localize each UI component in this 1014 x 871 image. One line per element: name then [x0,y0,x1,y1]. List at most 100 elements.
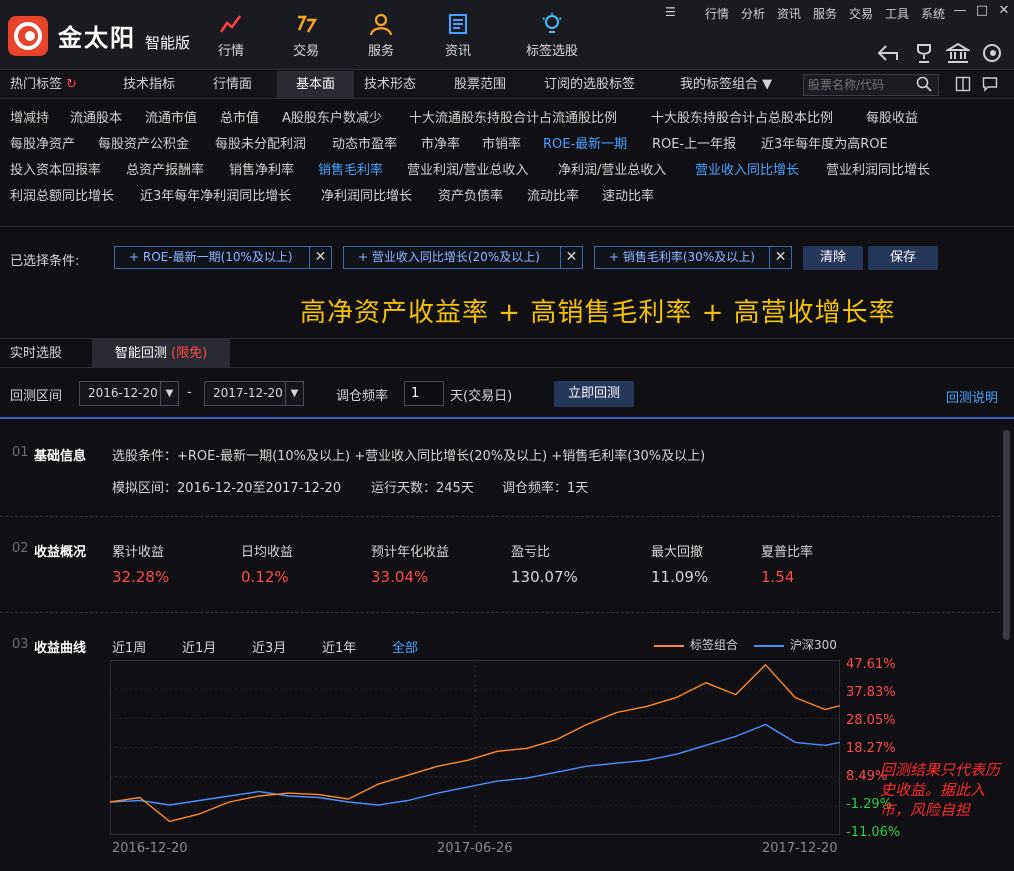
indicator-item[interactable]: 投入资本回报率 [10,159,101,178]
clear-button[interactable]: 清除 [803,246,863,270]
stat-label: 日均收益 [241,545,294,560]
topnav-market[interactable]: 行情 [196,12,266,59]
indicator-item[interactable]: ROE-上一年报 [652,133,736,152]
end-date-select[interactable]: 2017-12-20 ▼ [204,381,304,406]
indicator-item[interactable]: 净利润同比增长 [321,185,412,204]
indicator-item-selected[interactable]: 营业收入同比增长 [695,159,799,178]
tab-smart-backtest[interactable]: 智能回测 (限免) [92,339,230,368]
sysmenu-system[interactable]: 系统 [921,5,945,22]
risk-warning-text: 回测结果只代表历史收益。据此入市，风险自担 [880,761,1001,819]
topnav-news[interactable]: 资讯 [423,12,493,59]
indicator-item[interactable]: 营业利润同比增长 [826,159,930,178]
indicator-item[interactable]: 市净率 [421,133,460,152]
indicator-item[interactable]: 销售净利率 [229,159,294,178]
topnav-label: 标签选股 [525,44,578,59]
selected-conditions-label: 已选择条件: [10,254,80,269]
indicator-item[interactable]: 近3年每年净利润同比增长 [140,185,291,204]
bank-icon[interactable] [944,42,972,64]
sysmenu-market[interactable]: 行情 [705,5,729,22]
indicator-item[interactable]: 十大流通股东持股合计占流通股比例 [409,107,617,126]
section-number: 03 [12,637,29,652]
tab-market-side[interactable]: 行情面 [203,71,262,99]
stat-label: 预计年化收益 [371,545,450,560]
indicator-item[interactable]: 流动比率 [527,185,579,204]
period-1m[interactable]: 近1月 [182,637,216,656]
topnav-tag-picker[interactable]: 标签选股 [517,12,587,59]
indicator-item[interactable]: 每股未分配利润 [215,133,306,152]
trade-icon [271,12,341,38]
section-title-return-curve: 收益曲线 [34,641,87,656]
period-3m[interactable]: 近3月 [252,637,286,656]
sysmenu-news[interactable]: 资讯 [777,5,801,22]
chevron-down-icon[interactable]: ▼ [285,382,303,405]
indicator-item-selected[interactable]: 销售毛利率 [318,159,383,178]
indicator-item[interactable]: 增减持 [10,107,49,126]
minimize-icon[interactable]: — [950,3,970,19]
section-divider [0,417,1014,419]
tab-realtime-picking[interactable]: 实时选股 [10,339,62,368]
back-icon[interactable] [876,42,900,64]
indicator-item[interactable]: 总市值 [220,107,259,126]
stat-value-sharpe-ratio: 1.54 [761,568,795,586]
indicator-item[interactable]: 市销率 [482,133,521,152]
indicator-item[interactable]: 十大股东持股合计占总股本比例 [651,107,833,126]
indicator-item[interactable]: 每股净资产 [10,133,75,152]
indicator-item[interactable]: 总资产报酬率 [126,159,204,178]
tab-technical-patterns[interactable]: 技术形态 [354,71,426,99]
message-icon[interactable] [982,76,998,96]
tab-stock-range[interactable]: 股票范围 [444,71,516,99]
rebalance-freq-input[interactable]: 1 [404,381,444,406]
remove-condition-icon[interactable]: ✕ [560,247,582,268]
indicator-item[interactable]: 速动比率 [602,185,654,204]
indicator-item[interactable]: 动态市盈率 [332,133,397,152]
condition-chip-revenue-growth: + 营业收入同比增长(20%及以上) ✕ [343,246,583,269]
tab-subscribed-tags[interactable]: 订阅的选股标签 [534,71,645,99]
period-1w[interactable]: 近1周 [112,637,146,656]
vertical-scrollbar[interactable] [1003,430,1010,640]
period-all[interactable]: 全部 [392,637,418,656]
close-icon[interactable]: ✕ [994,3,1014,19]
indicator-item[interactable]: 每股资产公积金 [98,133,189,152]
basic-freq-text: 调仓频率：1天 [502,481,589,496]
indicator-item[interactable]: A股股东户数减少 [282,107,382,126]
layout-icon[interactable] [955,76,971,96]
search-icon[interactable] [916,76,932,96]
maximize-icon[interactable]: □ [972,3,992,19]
remove-condition-icon[interactable]: ✕ [769,247,791,268]
tab-fundamentals[interactable]: 基本面 [277,71,354,99]
trophy-icon[interactable] [912,42,936,64]
tab-my-tag-combos[interactable]: 我的标签组合 ▼ [670,71,782,99]
save-button[interactable]: 保存 [868,246,938,270]
start-date-select[interactable]: 2016-12-20 ▼ [79,381,179,406]
sysmenu-analysis[interactable]: 分析 [741,5,765,22]
chevron-down-icon[interactable]: ▼ [160,382,178,405]
indicator-item[interactable]: 利润总额同比增长 [10,185,114,204]
legend-item-tag-combo: 标签组合 [654,636,738,653]
app-logo-icon [8,16,48,56]
indicator-item[interactable]: 流通市值 [145,107,197,126]
tab-hot-tags[interactable]: 热门标签 ↻ [0,71,87,99]
indicator-item[interactable]: 净利润/营业总收入 [558,159,666,178]
remove-condition-icon[interactable]: ✕ [309,247,331,268]
topnav-service[interactable]: 服务 [346,12,416,59]
topnav-trade[interactable]: 交易 [271,12,341,59]
x-tick-label: 2017-06-26 [437,841,513,856]
indicator-item[interactable]: 资产负债率 [438,185,503,204]
sysmenu-trade[interactable]: 交易 [849,5,873,22]
menu-list-icon[interactable]: ☰ [665,5,676,19]
indicator-item[interactable]: 每股收益 [866,107,918,126]
indicator-item[interactable]: 营业利润/营业总收入 [407,159,528,178]
divider [0,226,1014,227]
period-1y[interactable]: 近1年 [322,637,356,656]
indicator-item[interactable]: 流通股本 [70,107,122,126]
indicator-item[interactable]: 近3年每年度为高ROE [761,133,888,152]
sysmenu-tools[interactable]: 工具 [885,5,909,22]
sysmenu-service[interactable]: 服务 [813,5,837,22]
indicator-item-selected[interactable]: ROE-最新一期 [543,133,627,152]
run-backtest-button[interactable]: 立即回测 [554,381,634,407]
tab-technical-indicators[interactable]: 技术指标 [113,71,185,99]
tab-label: 智能回测 [114,346,167,361]
backtest-help-link[interactable]: 回测说明 [946,387,998,406]
brand-mini-icon[interactable] [980,42,1004,64]
basic-interval-text: 模拟区间：2016-12-20至2017-12-20 [112,481,342,496]
